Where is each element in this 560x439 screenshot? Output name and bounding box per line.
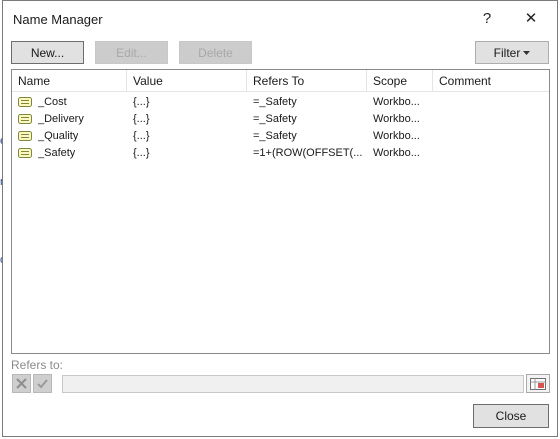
name-row-safety[interactable]: _Safety {...} =1+(ROW(OFFSET(... Workbo.… bbox=[12, 145, 549, 162]
edit-button[interactable]: Edit... bbox=[95, 41, 168, 64]
name-cell: _Safety bbox=[38, 147, 76, 159]
refers-to-cell: =_Safety bbox=[253, 96, 297, 108]
column-header-comment[interactable]: Comment bbox=[433, 70, 550, 92]
name-row-cost[interactable]: _Cost {...} =_Safety Workbo... bbox=[12, 94, 549, 111]
title-bar: Name Manager ? ✕ bbox=[3, 1, 557, 35]
cancel-x-icon bbox=[16, 378, 27, 389]
named-range-icon bbox=[18, 148, 32, 158]
column-header-value[interactable]: Value bbox=[127, 70, 247, 92]
close-button-label: Close bbox=[495, 409, 527, 423]
name-manager-dialog: Name Manager ? ✕ New... Edit... Delete F… bbox=[2, 0, 558, 437]
refers-to-cell: =1+(ROW(OFFSET(... bbox=[253, 147, 363, 159]
list-header: Name Value Refers To Scope Comment bbox=[12, 70, 549, 92]
new-button-label: New... bbox=[30, 45, 65, 60]
checkmark-icon bbox=[37, 379, 48, 389]
refers-to-cell: =_Safety bbox=[253, 113, 297, 125]
value-cell: {...} bbox=[133, 147, 150, 159]
names-list[interactable]: Name Value Refers To Scope Comment _Cost… bbox=[11, 69, 550, 354]
cancel-edit-button[interactable] bbox=[12, 374, 31, 393]
accept-edit-button[interactable] bbox=[33, 374, 52, 393]
value-cell: {...} bbox=[133, 96, 150, 108]
close-button[interactable]: Close bbox=[473, 404, 549, 428]
refers-to-cell: =_Safety bbox=[253, 130, 297, 142]
scope-cell: Workbo... bbox=[373, 96, 420, 108]
value-cell: {...} bbox=[133, 113, 150, 125]
named-range-icon bbox=[18, 97, 32, 107]
scope-cell: Workbo... bbox=[373, 147, 420, 159]
close-window-button[interactable]: ✕ bbox=[513, 5, 549, 31]
delete-button-label: Delete bbox=[198, 45, 233, 60]
dropdown-arrow-icon bbox=[523, 50, 531, 55]
refers-to-field[interactable] bbox=[62, 375, 524, 393]
name-cell: _Quality bbox=[38, 130, 79, 142]
named-range-icon bbox=[18, 114, 32, 124]
help-button[interactable]: ? bbox=[469, 5, 505, 31]
close-icon: ✕ bbox=[524, 10, 538, 27]
name-cell: _Cost bbox=[38, 96, 67, 108]
name-row-quality[interactable]: _Quality {...} =_Safety Workbo... bbox=[12, 128, 549, 145]
scope-cell: Workbo... bbox=[373, 113, 420, 125]
edit-button-label: Edit... bbox=[116, 45, 147, 60]
collapse-dialog-button[interactable] bbox=[526, 374, 550, 393]
column-header-refers-to[interactable]: Refers To bbox=[247, 70, 367, 92]
name-cell: _Delivery bbox=[38, 113, 84, 125]
dialog-title: Name Manager bbox=[13, 12, 103, 27]
value-cell: {...} bbox=[133, 130, 150, 142]
delete-button[interactable]: Delete bbox=[179, 41, 252, 64]
named-range-icon bbox=[18, 131, 32, 141]
column-header-scope[interactable]: Scope bbox=[367, 70, 433, 92]
range-selector-icon bbox=[530, 377, 546, 390]
name-row-delivery[interactable]: _Delivery {...} =_Safety Workbo... bbox=[12, 111, 549, 128]
column-header-name[interactable]: Name bbox=[12, 70, 127, 92]
help-icon: ? bbox=[482, 9, 492, 27]
scope-cell: Workbo... bbox=[373, 130, 420, 142]
filter-button[interactable]: Filter bbox=[475, 41, 549, 64]
filter-button-label: Filter bbox=[493, 45, 521, 60]
new-button[interactable]: New... bbox=[11, 41, 84, 64]
refers-to-label: Refers to: bbox=[11, 358, 64, 372]
